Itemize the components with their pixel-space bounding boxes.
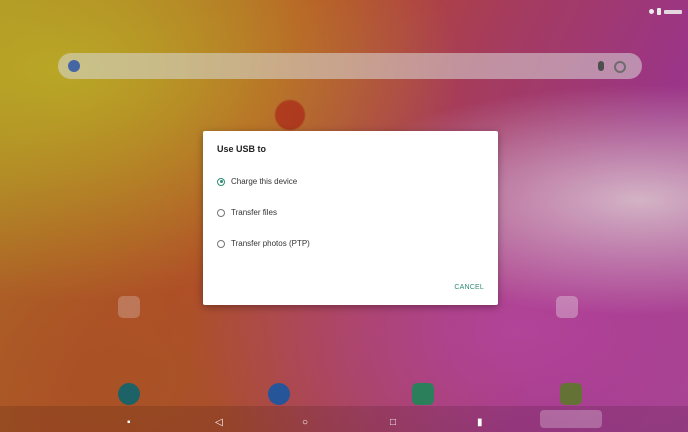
- cancel-button[interactable]: CANCEL: [454, 284, 484, 291]
- option-label: Charge this device: [231, 177, 298, 186]
- navigation-bar: ▪ ◁ ○ □ ▮: [0, 406, 688, 432]
- recents-icon[interactable]: □: [390, 417, 396, 428]
- radio-icon[interactable]: [217, 208, 225, 217]
- option-label: Transfer photos (PTP): [231, 239, 310, 248]
- apps-icon[interactable]: [540, 410, 602, 428]
- home-screen: Use USB to Charge this device Transfer f…: [0, 0, 688, 432]
- home-dot-icon[interactable]: ▪: [127, 417, 131, 428]
- screenshot-icon[interactable]: ▮: [477, 417, 483, 428]
- radio-selected-icon[interactable]: [217, 177, 225, 186]
- dialog-title: Use USB to: [217, 144, 267, 154]
- radio-icon[interactable]: [217, 239, 225, 248]
- option-charge[interactable]: Charge this device: [217, 177, 297, 186]
- option-transfer-files[interactable]: Transfer files: [217, 208, 277, 217]
- option-label: Transfer files: [231, 208, 277, 217]
- home-icon[interactable]: ○: [302, 417, 308, 428]
- option-transfer-photos[interactable]: Transfer photos (PTP): [217, 239, 310, 248]
- back-icon[interactable]: ◁: [215, 417, 223, 428]
- usb-dialog: Use USB to Charge this device Transfer f…: [203, 131, 498, 305]
